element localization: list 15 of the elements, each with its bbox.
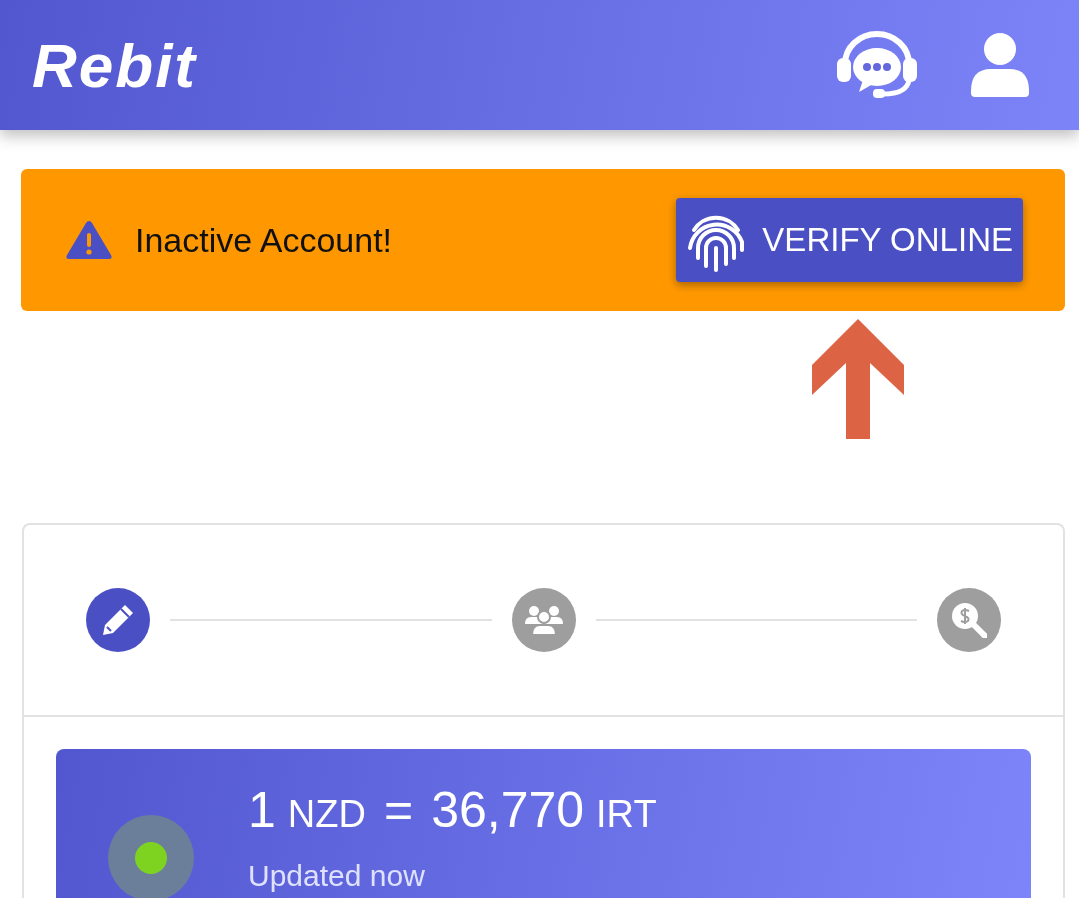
search-icon (951, 602, 987, 638)
equals-sign: = (383, 781, 414, 839)
group-icon (523, 604, 564, 636)
updated-label: Updated now (248, 859, 426, 893)
verify-online-button[interactable]: VERIFY ONLINE (676, 198, 1023, 282)
support-chat-icon[interactable] (835, 30, 919, 100)
logo[interactable]: Rebit (32, 29, 197, 101)
warning-icon (65, 219, 113, 261)
base-currency: NZD (287, 793, 366, 836)
pencil-icon (101, 603, 135, 637)
quote-currency: IRT (596, 793, 657, 836)
user-icon[interactable] (971, 33, 1029, 97)
base-amount: 1 (248, 781, 276, 839)
rate-amount: 36,770 (431, 781, 585, 839)
alert-message: Inactive Account! (135, 220, 393, 260)
